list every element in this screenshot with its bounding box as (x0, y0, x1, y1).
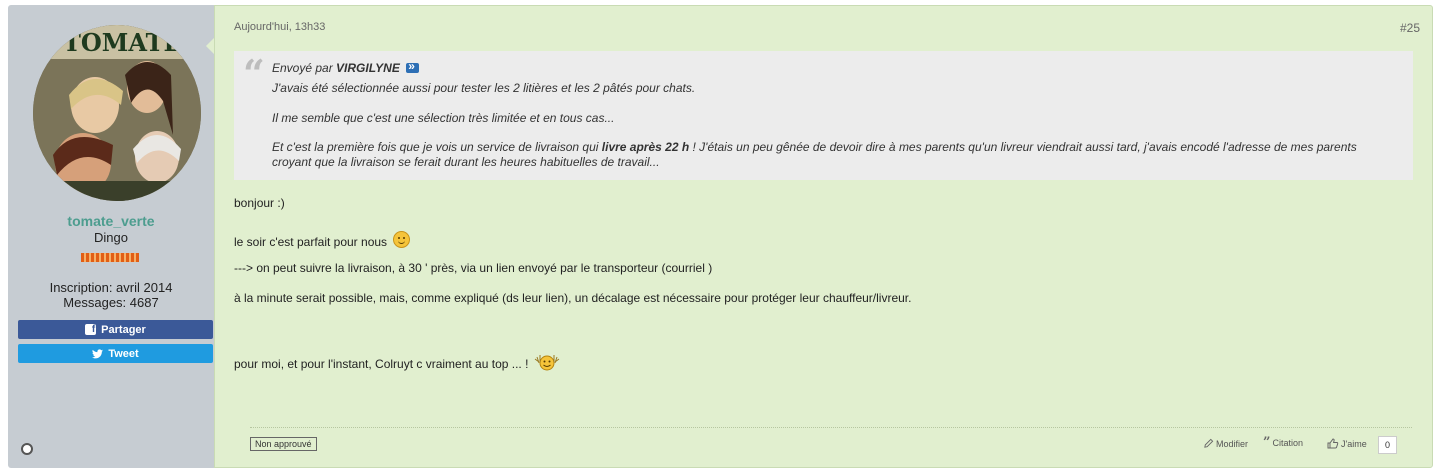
post-content: Aujourd'hui, 13h33 #25 “ Envoyé par VIRG… (214, 5, 1433, 468)
like-label: J'aime (1341, 438, 1367, 449)
edit-label: Modifier (1216, 438, 1249, 449)
quote-author: VIRGILYNE (336, 61, 400, 75)
post-body-line-5-text: pour moi, et pour l'instant, Colruyt c v… (234, 357, 529, 371)
view-post-icon[interactable] (406, 59, 420, 73)
thumbs-up-icon (1327, 438, 1339, 449)
user-title: Dingo (94, 230, 128, 245)
post-body-line-3: ---> on peut suivre la livraison, à 30 '… (234, 261, 713, 275)
post-number-link[interactable]: #25 (1400, 21, 1420, 35)
like-count: 0 (1378, 436, 1397, 454)
quote-label: Citation (1272, 438, 1303, 448)
twitter-share-button[interactable]: Tweet (18, 344, 213, 363)
quote-header: Envoyé par VIRGILYNE (272, 59, 420, 75)
quote-line-1: J'avais été sélectionnée aussi pour test… (272, 81, 696, 95)
facebook-icon: f (85, 324, 97, 335)
post-arrow (206, 38, 214, 54)
post-date: Aujourd'hui, 13h33 (234, 21, 326, 33)
forum-post: TOMATE tomate_verte Dingo Inscription: a… (8, 5, 1433, 468)
post-body-line-4: à la minute serait possible, mais, comme… (234, 291, 912, 305)
quote-button[interactable]: ” Citation (1263, 435, 1303, 450)
post-body-line-5: pour moi, et pour l'instant, Colruyt c v… (234, 353, 560, 371)
like-button[interactable]: J'aime (1327, 438, 1367, 449)
avatar-logo-text: TOMATE (63, 28, 182, 57)
message-count: Messages: 4687 (63, 295, 159, 310)
post-body-line-2: le soir c'est parfait pour nous (234, 231, 411, 249)
post-body-line-2-text: le soir c'est parfait pour nous (234, 235, 388, 249)
facebook-share-button[interactable]: f Partager (18, 320, 213, 339)
quote-block: “ Envoyé par VIRGILYNE J'avais été sélec… (234, 51, 1413, 180)
avatar[interactable]: TOMATE (33, 25, 201, 201)
user-sidebar: TOMATE tomate_verte Dingo Inscription: a… (8, 5, 214, 468)
quote-line-2: Il me semble que c'est une sélection trè… (272, 111, 615, 125)
quote-line-3-start: Et c'est la première fois que je vois un… (272, 140, 602, 154)
twitter-share-label: Tweet (108, 347, 139, 360)
username[interactable]: tomate_verte (8, 213, 214, 229)
facebook-share-label: Partager (101, 323, 146, 336)
online-status-icon (21, 443, 33, 455)
reputation-bar (81, 253, 139, 262)
avatar-image: TOMATE (33, 25, 201, 201)
waving-smiley-icon (534, 355, 560, 371)
status-badge: Non approuvé (250, 437, 317, 451)
quote-prefix: Envoyé par (272, 61, 333, 75)
quote-icon: ” (1263, 435, 1271, 450)
quote-mark-icon: “ (243, 51, 265, 96)
join-date: Inscription: avril 2014 (49, 280, 173, 295)
quote-line-3-bold: livre après 22 h (601, 140, 690, 154)
edit-button[interactable]: Modifier (1203, 438, 1248, 449)
footer-separator (250, 427, 1412, 428)
quote-line-3: Et c'est la première fois que je vois un… (272, 140, 1387, 170)
twitter-icon (92, 348, 104, 358)
post-body-line-1: bonjour :) (234, 196, 285, 210)
smiley-icon (393, 231, 411, 248)
pencil-icon (1204, 438, 1214, 448)
